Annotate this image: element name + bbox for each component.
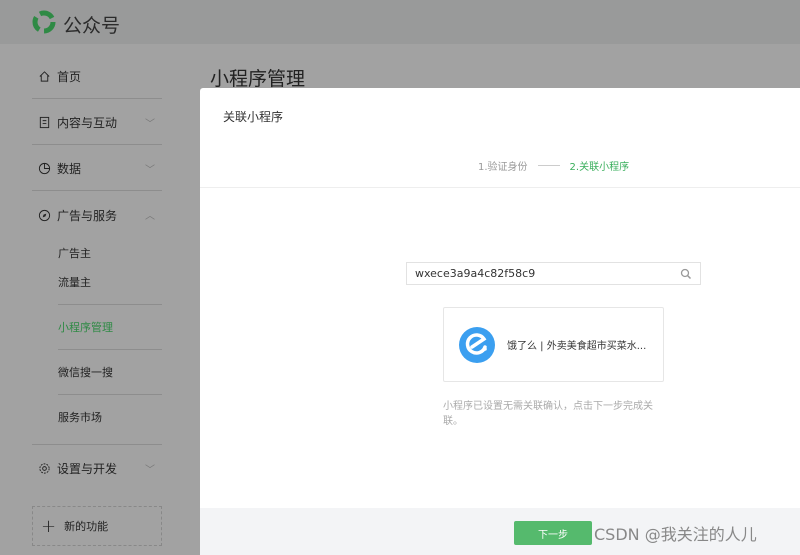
- brand-name: 公众号: [63, 15, 121, 37]
- chevron-down-icon[interactable]: ﹀: [145, 461, 155, 476]
- divider: [200, 187, 800, 188]
- wechat-mp-logo-icon: [32, 10, 56, 34]
- divider: [32, 444, 162, 445]
- chevron-down-icon[interactable]: ﹀: [145, 115, 155, 130]
- compass-icon: [38, 209, 51, 222]
- sidebar-item-label: 设置与开发: [57, 462, 118, 476]
- sidebar-subitem-publisher[interactable]: 流量主: [58, 274, 91, 290]
- gear-icon: [39, 463, 50, 474]
- sidebar-item-settings[interactable]: 设置与开发: [38, 460, 117, 477]
- document-icon: [39, 116, 50, 129]
- sidebar-item-content[interactable]: 内容与互动: [38, 114, 117, 131]
- search-value: wxece3a9a4c82f58c9: [415, 267, 536, 280]
- hint-text: 小程序已设置无需关联确认，点击下一步完成关联。: [443, 401, 653, 427]
- page-title: 小程序管理: [210, 68, 306, 90]
- chevron-down-icon[interactable]: ﹀: [145, 161, 155, 176]
- home-icon: [39, 71, 50, 82]
- sidebar-item-home[interactable]: 首页: [38, 68, 81, 85]
- top-bar: 公众号: [0, 0, 800, 44]
- appid-search-input[interactable]: wxece3a9a4c82f58c9: [406, 262, 701, 285]
- miniprogram-app-icon: [459, 326, 495, 363]
- watermark: CSDN @我关注的人儿: [594, 525, 757, 544]
- divider: [58, 349, 162, 350]
- divider: [32, 98, 162, 99]
- sidebar-item-data[interactable]: 数据: [38, 160, 81, 177]
- divider: [58, 304, 162, 305]
- next-step-button[interactable]: 下一步: [514, 521, 592, 545]
- dialog-title: 关联小程序: [223, 110, 284, 124]
- search-icon[interactable]: [680, 268, 692, 280]
- pie-chart-icon: [38, 162, 51, 175]
- dialog-footer: 下一步 CSDN @我关注的人儿: [200, 508, 800, 555]
- sidebar-subitem-miniprogram[interactable]: 小程序管理: [58, 319, 113, 335]
- sidebar-subitem-search[interactable]: 微信搜一搜: [58, 364, 113, 380]
- link-miniprogram-dialog: 关联小程序 1.验证身份 2.关联小程序 wxece3a9a4c82f58c9 …: [200, 88, 800, 555]
- divider: [32, 144, 162, 145]
- sidebar-subitem-market[interactable]: 服务市场: [58, 409, 102, 425]
- new-feature-button[interactable]: + 新的功能: [32, 506, 162, 546]
- sidebar-item-label: 广告与服务: [57, 209, 118, 223]
- plus-icon: +: [41, 515, 57, 537]
- sidebar-item-ads-services[interactable]: 广告与服务: [38, 207, 117, 224]
- new-feature-label: 新的功能: [64, 520, 109, 533]
- sidebar-subitem-advertiser[interactable]: 广告主: [58, 245, 91, 261]
- sidebar-item-label: 首页: [57, 70, 82, 84]
- sidebar-item-label: 数据: [57, 162, 82, 176]
- step-verify: 1.验证身份: [478, 162, 528, 173]
- miniprogram-result-card[interactable]: 饿了么 | 外卖美食超市买菜水...: [443, 307, 664, 382]
- divider: [58, 394, 162, 395]
- miniprogram-name: 饿了么 | 外卖美食超市买菜水...: [507, 341, 647, 352]
- divider: [32, 190, 162, 191]
- step-link: 2.关联小程序: [569, 162, 630, 173]
- steps: 1.验证身份 2.关联小程序: [478, 158, 629, 173]
- sidebar-item-label: 内容与互动: [57, 116, 118, 130]
- step-connector: [537, 165, 560, 166]
- chevron-up-icon[interactable]: ︿: [145, 207, 155, 222]
